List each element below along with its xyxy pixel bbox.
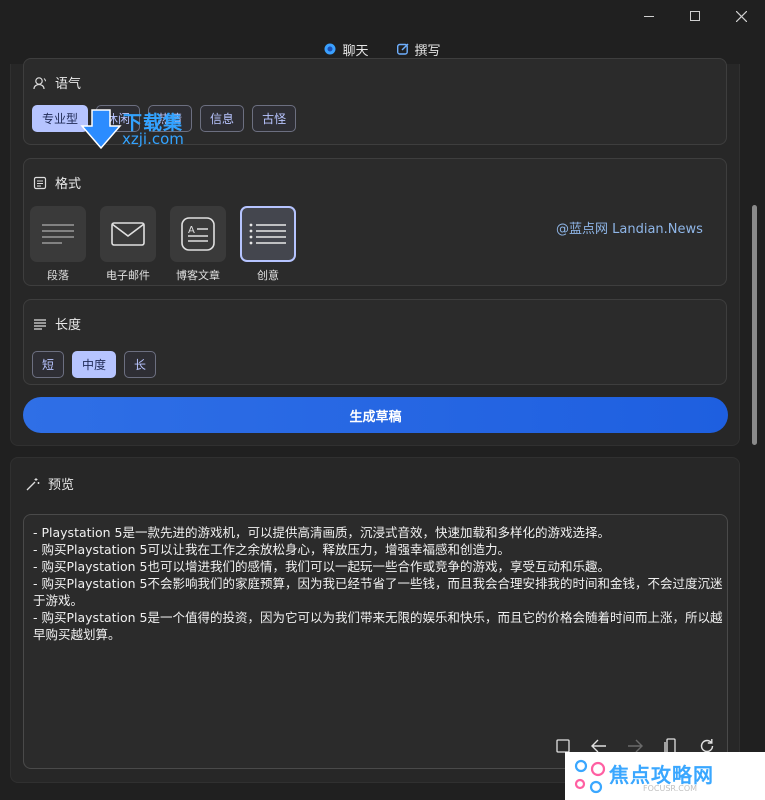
- length-card: 长度 短 中度 长: [23, 299, 727, 385]
- length-icon: [34, 318, 46, 330]
- length-title: 长度: [33, 314, 81, 333]
- blog-icon: A: [181, 217, 215, 251]
- maximize-button[interactable]: [672, 0, 718, 32]
- tone-title: 语气: [33, 73, 81, 92]
- magic-wand-icon: [26, 477, 40, 490]
- length-option-long[interactable]: 长: [124, 351, 157, 378]
- format-option-email[interactable]: 电子邮件: [100, 206, 156, 283]
- preview-panel: 预览 - Playstation 5是一款先进的游戏机，可以提供高清画质，沉浸式…: [10, 457, 740, 783]
- preview-line: - 购买Playstation 5不会影响我们的家庭预算，因为我已经节省了一些钱…: [33, 576, 723, 608]
- tab-compose[interactable]: 撰写: [396, 38, 441, 63]
- format-option-label: 电子邮件: [106, 269, 150, 282]
- scrollbar[interactable]: [752, 205, 757, 445]
- length-option-medium[interactable]: 中度: [72, 351, 117, 378]
- format-options: 段落 电子邮件 A 博客文章 创意: [30, 206, 296, 283]
- format-option-label: 段落: [47, 269, 69, 282]
- xzji-logo-url: xzji.com: [122, 130, 184, 148]
- email-icon: [111, 222, 145, 246]
- tab-chat-label: 聊天: [342, 43, 369, 59]
- compose-icon: [396, 43, 408, 55]
- stop-icon: [556, 739, 570, 753]
- format-option-blog[interactable]: A 博客文章: [170, 206, 226, 283]
- tab-chat[interactable]: 聊天: [324, 38, 369, 60]
- paragraph-icon: [42, 224, 74, 244]
- format-option-label: 博客文章: [176, 269, 220, 282]
- preview-text: - Playstation 5是一款先进的游戏机，可以提供高清画质，沉浸式音效，…: [33, 524, 723, 643]
- minimize-icon: [644, 15, 654, 17]
- svg-text:A: A: [188, 225, 195, 236]
- length-option-short[interactable]: 短: [32, 351, 65, 378]
- tab-compose-label: 撰写: [414, 43, 441, 59]
- list-icon: [249, 223, 286, 245]
- preview-line: - 购买Playstation 5是一个值得的投资，因为它可以为我们带来无限的娱…: [33, 610, 723, 642]
- length-options: 短 中度 长: [32, 351, 157, 378]
- close-icon: [735, 10, 747, 22]
- tone-icon: [33, 76, 46, 89]
- tone-option-quirky[interactable]: 古怪: [252, 105, 297, 132]
- chat-icon: [324, 43, 336, 55]
- preview-title-text: 预览: [48, 478, 75, 493]
- length-title-text: 长度: [55, 318, 82, 333]
- jd-logo: 焦点攻略网 FOCUSR.COM: [565, 752, 765, 800]
- maximize-icon: [690, 11, 700, 21]
- preview-title: 预览: [26, 474, 74, 493]
- close-button[interactable]: [718, 0, 764, 32]
- download-arrow-icon: [80, 109, 122, 150]
- format-option-label: 创意: [257, 269, 279, 282]
- arrow-left-icon: [591, 739, 606, 753]
- format-icon: [33, 176, 47, 189]
- tone-option-informational[interactable]: 信息: [200, 105, 245, 132]
- format-title: 格式: [33, 173, 81, 192]
- preview-line: - 购买Playstation 5也可以增进我们的感情，我们可以一起玩一些合作或…: [33, 559, 610, 574]
- tone-title-text: 语气: [55, 77, 82, 92]
- format-option-creative[interactable]: 创意: [240, 206, 296, 283]
- preview-line: - Playstation 5是一款先进的游戏机，可以提供高清画质，沉浸式音效，…: [33, 525, 610, 540]
- jd-logo-url: FOCUSR.COM: [643, 784, 698, 793]
- arrow-right-icon: [628, 739, 643, 753]
- generate-draft-button[interactable]: 生成草稿: [23, 397, 728, 433]
- format-title-text: 格式: [55, 177, 82, 192]
- xzji-logo: 下载集 xzji.com: [80, 108, 205, 150]
- preview-output[interactable]: - Playstation 5是一款先进的游戏机，可以提供高清画质，沉浸式音效，…: [23, 514, 728, 769]
- minimize-button[interactable]: [626, 0, 672, 32]
- bubbles-icon: [574, 759, 606, 794]
- preview-line: - 购买Playstation 5可以让我在工作之余放松身心，释放压力，增强幸福…: [33, 542, 510, 557]
- watermark-text: @蓝点网 Landian.News: [556, 222, 703, 237]
- format-option-paragraph[interactable]: 段落: [30, 206, 86, 283]
- title-bar: [0, 0, 765, 34]
